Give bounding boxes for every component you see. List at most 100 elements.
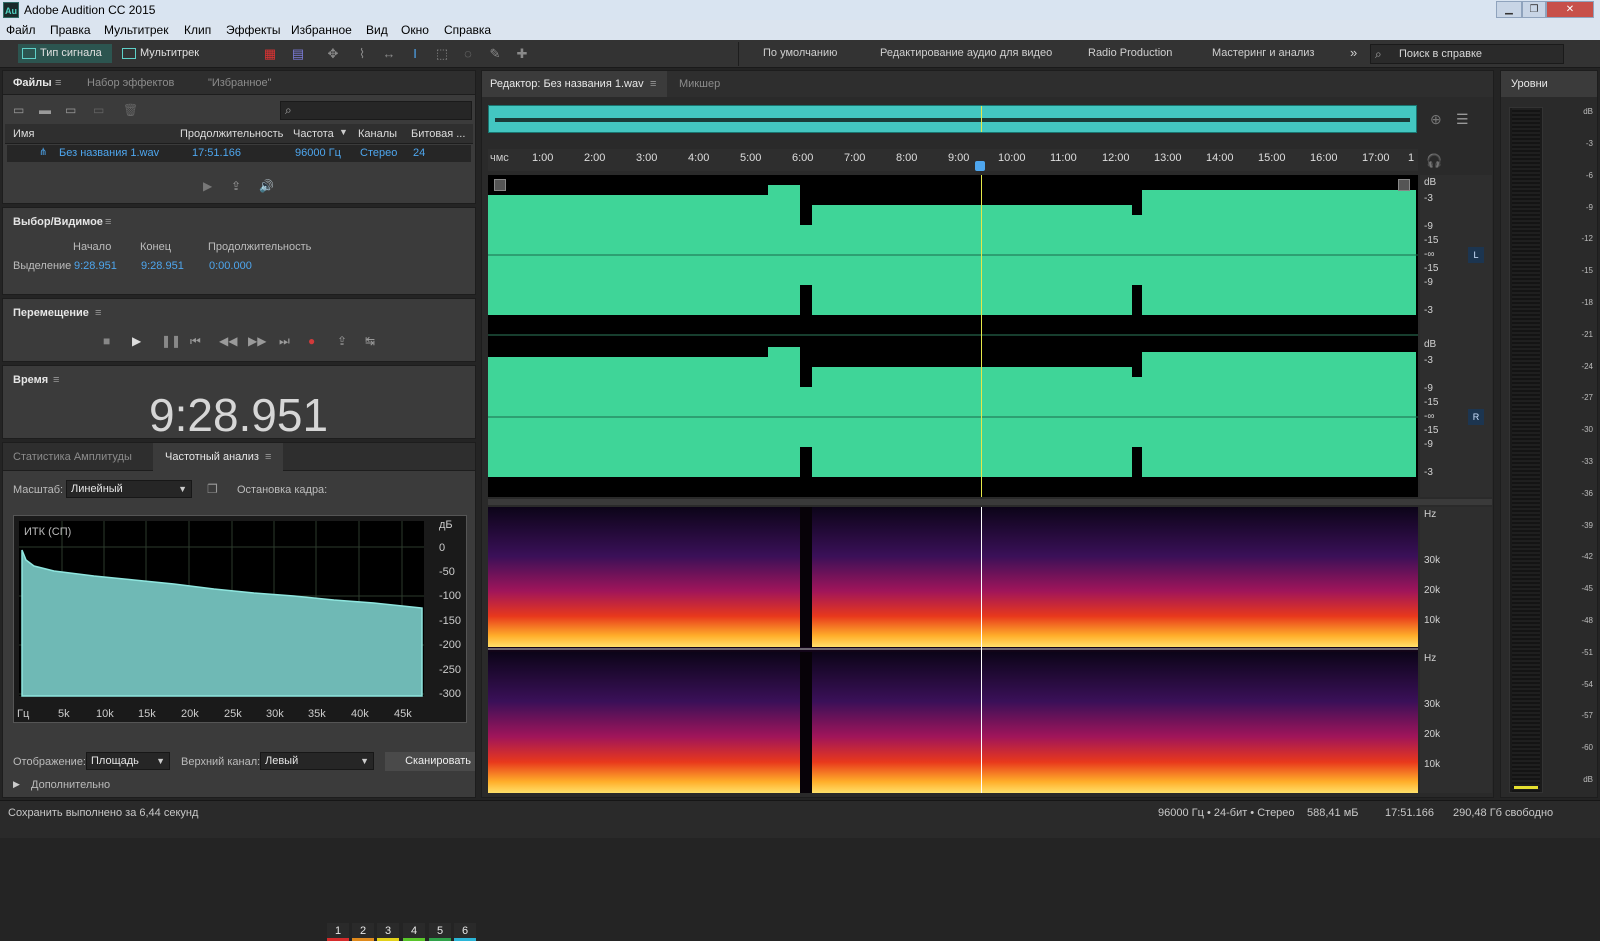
multitrack-view-button[interactable]: Мультитрек bbox=[118, 44, 214, 63]
tab-frequency-analysis[interactable]: Частотный анализ bbox=[165, 451, 259, 463]
col-channels[interactable]: Каналы bbox=[358, 128, 397, 140]
loop-playback-icon[interactable]: ⇪ bbox=[337, 334, 347, 348]
minimize-icon[interactable]: ▁ bbox=[1496, 1, 1522, 18]
zoom-corner-icon-right[interactable] bbox=[1398, 179, 1410, 191]
scale-dropdown[interactable]: Линейный bbox=[66, 480, 192, 498]
tab-effects-rack[interactable]: Набор эффектов bbox=[87, 77, 174, 89]
record-icon[interactable]: ● bbox=[308, 334, 315, 348]
menu-favorites[interactable]: Избранное bbox=[291, 23, 352, 37]
open-file-icon[interactable]: ▭ bbox=[13, 103, 24, 117]
top-channel-dropdown[interactable]: Левый bbox=[260, 752, 374, 770]
menu-view[interactable]: Вид bbox=[366, 23, 388, 37]
maximize-icon[interactable]: ❐ bbox=[1522, 1, 1546, 18]
panel-menu-icon[interactable]: ≡ bbox=[95, 307, 101, 319]
workspace-default[interactable]: По умолчанию bbox=[763, 47, 837, 59]
display-dropdown[interactable]: Площадь bbox=[86, 752, 170, 770]
move-tool-icon[interactable]: ✥ bbox=[325, 46, 341, 62]
fast-forward-icon[interactable]: ▶▶ bbox=[248, 334, 266, 348]
menu-clip[interactable]: Клип bbox=[184, 23, 211, 37]
transport-panel-title: Перемещение bbox=[13, 307, 89, 319]
tab-favorites[interactable]: "Избранное" bbox=[208, 77, 272, 89]
freeze-slot-5[interactable]: 5 bbox=[429, 923, 451, 941]
selection-start-field[interactable]: 9:28.951 bbox=[74, 260, 117, 272]
menu-file[interactable]: Файл bbox=[6, 23, 36, 37]
preview-loop-icon[interactable]: ⇪ bbox=[231, 179, 241, 193]
freeze-slot-3[interactable]: 3 bbox=[377, 923, 399, 941]
col-name[interactable]: Имя bbox=[13, 128, 34, 140]
spot-healing-icon[interactable]: ✚ bbox=[514, 46, 530, 62]
menu-effects[interactable]: Эффекты bbox=[226, 23, 281, 37]
tab-files[interactable]: Файлы bbox=[13, 77, 52, 89]
scan-button[interactable]: Сканировать bbox=[385, 752, 475, 771]
brush-tool-icon[interactable]: ✎ bbox=[487, 46, 503, 62]
menu-edit[interactable]: Правка bbox=[50, 23, 91, 37]
zoom-corner-icon[interactable] bbox=[494, 179, 506, 191]
workspace-mastering[interactable]: Мастеринг и анализ bbox=[1212, 47, 1314, 59]
play-icon[interactable]: ▶ bbox=[132, 334, 141, 348]
tab-amplitude-stats[interactable]: Статистика Амплитуды bbox=[13, 451, 132, 463]
freeze-slot-2[interactable]: 2 bbox=[352, 923, 374, 941]
level-mark: -30 bbox=[1581, 425, 1593, 434]
col-rate[interactable]: Частота bbox=[293, 128, 334, 140]
expand-advanced-icon[interactable]: ▶ bbox=[13, 779, 20, 790]
selection-end-field[interactable]: 9:28.951 bbox=[141, 260, 184, 272]
menu-multitrack[interactable]: Мультитрек bbox=[104, 23, 168, 37]
channel-right-button[interactable]: R bbox=[1468, 409, 1484, 425]
time-selection-tool-icon[interactable]: I bbox=[407, 46, 423, 62]
freeze-slot-1[interactable]: 1 bbox=[327, 923, 349, 941]
tab-mixer[interactable]: Микшер bbox=[679, 78, 720, 90]
zoom-reset-icon[interactable]: ⊕ bbox=[1430, 111, 1442, 128]
rewind-icon[interactable]: ◀◀ bbox=[219, 334, 237, 348]
preview-volume-icon[interactable]: 🔊 bbox=[259, 179, 274, 193]
panel-menu-icon[interactable]: ≡ bbox=[105, 216, 111, 228]
workspace-video-audio[interactable]: Редактирование аудио для видео bbox=[880, 47, 1052, 59]
view-options-icon[interactable]: ☰ bbox=[1456, 111, 1469, 128]
panel-menu-icon[interactable]: ≡ bbox=[53, 374, 59, 386]
pitch-display-icon[interactable]: ▤ bbox=[290, 46, 306, 62]
stop-icon[interactable]: ■ bbox=[103, 334, 110, 348]
selection-duration-field[interactable]: 0:00.000 bbox=[209, 260, 252, 272]
help-search-input[interactable]: Поиск в справке bbox=[1399, 48, 1482, 60]
panel-menu-icon[interactable]: ≡ bbox=[265, 451, 271, 463]
tab-editor[interactable]: Редактор: Без названия 1.wav bbox=[490, 78, 644, 90]
help-search-box[interactable]: ⌕ Поиск в справке bbox=[1370, 44, 1564, 64]
waveform-view-button[interactable]: Тип сигнала bbox=[18, 44, 112, 63]
next-icon[interactable]: ⏭ bbox=[279, 334, 290, 349]
pause-icon[interactable]: ❚❚ bbox=[161, 334, 181, 348]
copy-graph-icon[interactable]: ❐ bbox=[207, 482, 218, 496]
freeze-slot-4[interactable]: 4 bbox=[403, 923, 425, 941]
marquee-tool-icon[interactable]: ⬚ bbox=[434, 46, 450, 62]
waveform-display[interactable] bbox=[488, 175, 1418, 497]
time-ruler[interactable]: чмс 1:00 2:00 3:00 4:00 5:00 6:00 7:00 8… bbox=[488, 149, 1418, 171]
import-file-icon[interactable]: ▬ bbox=[39, 103, 51, 117]
workspace-overflow-icon[interactable]: » bbox=[1350, 45, 1357, 60]
col-bits[interactable]: Битовая ... bbox=[411, 128, 465, 140]
save-file-icon[interactable]: ▭ bbox=[93, 103, 104, 117]
spectral-display-icon[interactable]: ▦ bbox=[262, 46, 278, 62]
view-splitter[interactable] bbox=[488, 499, 1492, 505]
col-duration[interactable]: Продолжительность bbox=[180, 128, 283, 140]
new-file-icon[interactable]: ▭ bbox=[65, 103, 76, 117]
slip-tool-icon[interactable]: ↔ bbox=[381, 46, 397, 62]
razor-tool-icon[interactable]: ⌇ bbox=[354, 46, 370, 62]
preview-play-icon[interactable]: ▶ bbox=[203, 179, 212, 193]
delete-icon[interactable]: 🗑 bbox=[123, 103, 138, 117]
previous-icon[interactable]: ⏮ bbox=[190, 334, 201, 349]
table-row[interactable]: ⋔ Без названия 1.wav 17:51.166 96000 Гц … bbox=[7, 145, 471, 162]
headphones-icon[interactable]: 🎧 bbox=[1426, 153, 1442, 169]
panel-menu-icon[interactable]: ≡ bbox=[650, 78, 656, 90]
menu-help[interactable]: Справка bbox=[444, 23, 491, 37]
spectral-display[interactable] bbox=[488, 507, 1418, 793]
overview-navigator[interactable] bbox=[488, 105, 1417, 133]
freeze-slot-6[interactable]: 6 bbox=[454, 923, 476, 941]
playhead-handle[interactable] bbox=[975, 161, 985, 171]
close-icon[interactable]: ✕ bbox=[1546, 1, 1594, 18]
panel-menu-icon[interactable]: ≡ bbox=[55, 77, 61, 89]
menu-window[interactable]: Окно bbox=[401, 23, 429, 37]
lasso-tool-icon[interactable]: ◌ bbox=[460, 46, 476, 62]
workspace-radio[interactable]: Radio Production bbox=[1088, 47, 1172, 59]
overview-waveform bbox=[495, 118, 1410, 122]
files-search-input[interactable]: ⌕ bbox=[280, 101, 472, 120]
channel-left-button[interactable]: L bbox=[1468, 247, 1484, 263]
skip-selection-icon[interactable]: ↹ bbox=[365, 334, 375, 348]
